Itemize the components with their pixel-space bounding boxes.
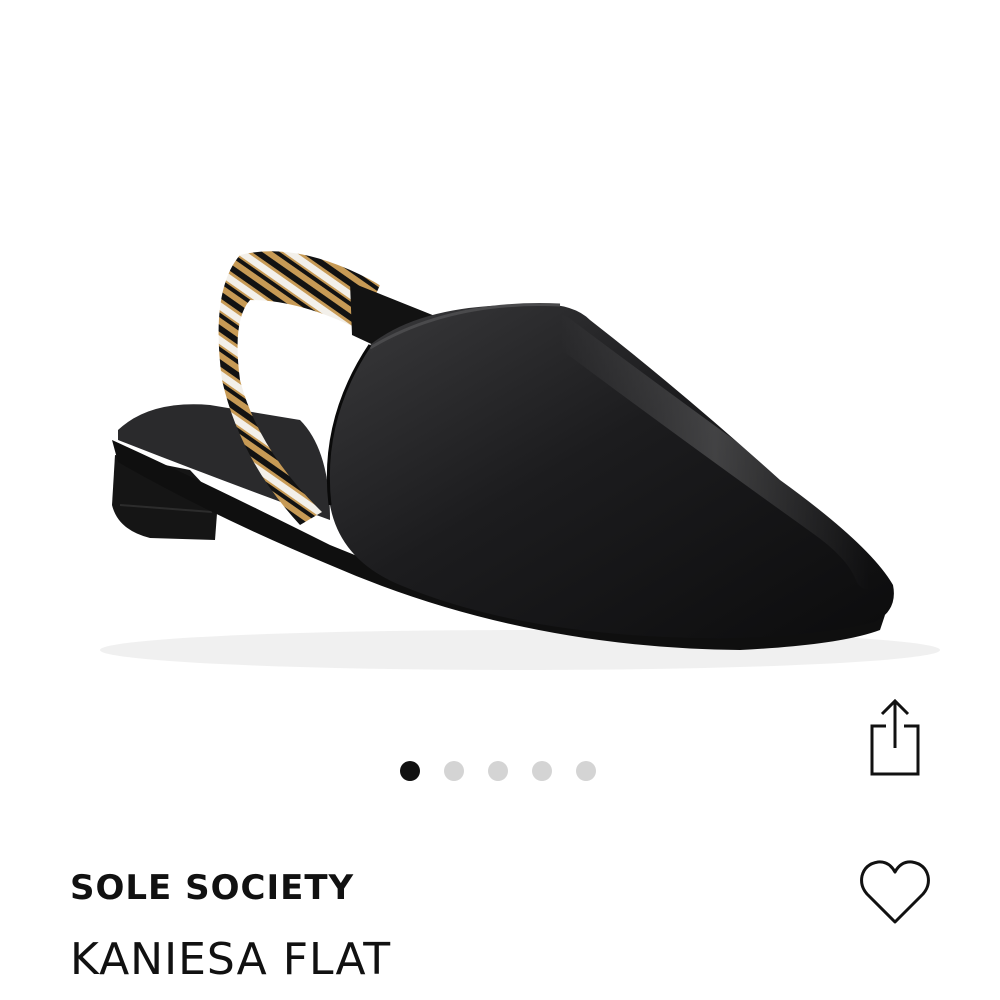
carousel-dot-3[interactable] [488,761,508,781]
carousel-dot-5[interactable] [576,761,596,781]
product-title: KANIESA FLAT [70,934,392,985]
brand-name[interactable]: SOLE SOCIETY [70,868,354,908]
product-image[interactable] [0,0,1000,740]
share-button[interactable] [862,696,928,780]
share-icon [870,698,920,776]
carousel-dot-2[interactable] [444,761,464,781]
heart-icon [860,860,930,924]
carousel-dot-4[interactable] [532,761,552,781]
carousel-dot-1[interactable] [400,761,420,781]
shoe-illustration [100,251,940,670]
image-carousel-dots [400,760,610,782]
favorite-button[interactable] [858,856,932,928]
